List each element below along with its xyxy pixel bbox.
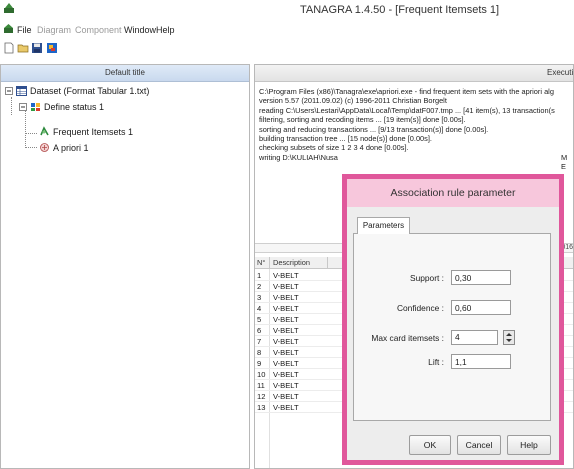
- tanagra-app-icon[interactable]: [46, 42, 58, 54]
- tree-node-apriori[interactable]: A priori 1: [39, 142, 89, 153]
- max-card-input[interactable]: 4: [451, 330, 498, 345]
- collapse-icon[interactable]: [19, 103, 27, 111]
- log-line: building transaction tree ... [15 node(s…: [259, 134, 432, 144]
- row-description: V-BELT: [273, 282, 299, 291]
- row-number: 11: [257, 381, 265, 390]
- define-status-icon: [31, 103, 40, 111]
- open-folder-icon[interactable]: [17, 42, 29, 54]
- window-titlebar: TANAGRA 1.4.50 - [Frequent Itemsets 1]: [0, 0, 574, 20]
- itemsets-icon: [40, 126, 49, 136]
- row-description: V-BELT: [273, 293, 299, 302]
- log-line: filtering, sorting and recoding items ..…: [259, 115, 466, 125]
- diagram-tree: Dataset (Format Tabular 1.txt) Define st…: [1, 83, 249, 463]
- support-input[interactable]: [451, 270, 511, 285]
- execution-header: Executi: [255, 65, 573, 82]
- confidence-label: Confidence :: [396, 303, 444, 313]
- help-button[interactable]: Help: [507, 435, 551, 455]
- tanagra-menu-icon[interactable]: [3, 23, 14, 34]
- row-description: V-BELT: [273, 392, 299, 401]
- row-description: V-BELT: [273, 381, 299, 390]
- apriori-icon: [40, 143, 49, 152]
- tree-connector: [25, 147, 37, 148]
- column-header-number[interactable]: N°: [257, 258, 265, 267]
- log-line: writing D:\KULIAH\Nusa: [259, 152, 338, 162]
- log-tail-text: M E: [561, 153, 568, 171]
- row-number: 3: [257, 293, 262, 302]
- diagram-title: Default title: [1, 65, 249, 82]
- association-rule-dialog: Association rule parameter Parameters Su…: [347, 179, 559, 460]
- max-card-label: Max card itemsets :: [371, 333, 444, 343]
- tree-node-frequent-itemsets[interactable]: Frequent Itemsets 1: [39, 126, 133, 137]
- row-description: V-BELT: [273, 337, 299, 346]
- row-number: 2: [257, 282, 262, 291]
- menu-file[interactable]: File: [17, 25, 32, 35]
- tree-node-label: Define status 1: [44, 102, 105, 112]
- row-number: 5: [257, 315, 262, 324]
- row-number: 8: [257, 348, 262, 357]
- tree-connector: [25, 133, 37, 134]
- row-number: 1: [257, 271, 262, 280]
- tanagra-app-icon: [3, 2, 15, 14]
- diagram-panel: Default title Dataset (Format Tabular 1.…: [0, 64, 250, 469]
- row-description: V-BELT: [273, 348, 299, 357]
- tree-connector: [11, 97, 12, 115]
- save-disk-icon[interactable]: [31, 42, 43, 54]
- menu-component[interactable]: Component: [75, 25, 122, 35]
- row-description: V-BELT: [273, 326, 299, 335]
- menu-window[interactable]: Window: [124, 25, 156, 35]
- log-line: checking subsets of size 1 2 3 4 done [0…: [259, 143, 409, 153]
- row-description: V-BELT: [273, 359, 299, 368]
- tree-node-label: Frequent Itemsets 1: [53, 126, 134, 137]
- menu-bar: File Diagram Component Window Help: [0, 22, 574, 38]
- tree-node-label: Dataset (Format Tabular 1.txt): [30, 86, 150, 96]
- collapse-icon[interactable]: [5, 87, 13, 95]
- row-description: V-BELT: [273, 271, 299, 280]
- parameters-panel: Support : Confidence : Max card itemsets…: [353, 233, 551, 421]
- ok-button[interactable]: OK: [409, 435, 451, 455]
- tree-connector: [25, 111, 26, 148]
- confidence-input[interactable]: [451, 300, 511, 315]
- lift-input[interactable]: [451, 354, 511, 369]
- execution-log: C:\Program Files (x86)\Tanagra\exe\aprio…: [259, 87, 573, 162]
- cancel-button[interactable]: Cancel: [457, 435, 501, 455]
- column-resize-handle[interactable]: [327, 257, 328, 269]
- column-header-description[interactable]: Description: [273, 258, 310, 267]
- menu-diagram[interactable]: Diagram: [37, 25, 71, 35]
- row-number: 9: [257, 359, 262, 368]
- tree-node-dataset[interactable]: Dataset (Format Tabular 1.txt): [5, 86, 149, 96]
- row-number: 7: [257, 337, 262, 346]
- tab-parameters[interactable]: Parameters: [357, 217, 410, 234]
- log-line: version 5.57 (2011.09.02) (c) 1996-2011 …: [259, 96, 447, 106]
- log-line: C:\Program Files (x86)\Tanagra\exe\aprio…: [259, 87, 554, 96]
- column-resize-handle[interactable]: [269, 257, 270, 269]
- row-description: V-BELT: [273, 403, 299, 412]
- highlight-frame: Association rule parameter Parameters Su…: [342, 174, 564, 465]
- window-title: TANAGRA 1.4.50 - [Frequent Itemsets 1]: [300, 4, 500, 16]
- log-line: reading C:\Users\Lestari\AppData\Local\T…: [259, 105, 555, 115]
- row-number: 12: [257, 392, 266, 401]
- tree-node-label: A priori 1: [53, 142, 89, 153]
- log-line: sorting and reducing transactions ... [9…: [259, 124, 489, 134]
- toolbar: [0, 40, 574, 58]
- dataset-table-icon: [16, 86, 27, 96]
- lift-label: Lift :: [428, 357, 444, 367]
- row-number: 4: [257, 304, 262, 313]
- new-document-icon[interactable]: [3, 42, 15, 54]
- tree-node-define-status[interactable]: Define status 1: [19, 102, 104, 112]
- row-description: V-BELT: [273, 304, 299, 313]
- row-description: V-BELT: [273, 315, 299, 324]
- row-number: 13: [257, 403, 266, 412]
- menu-help[interactable]: Help: [156, 25, 175, 35]
- row-number: 10: [257, 370, 266, 379]
- support-label: Support :: [410, 273, 444, 283]
- spinner-icon[interactable]: [503, 330, 515, 345]
- dialog-title: Association rule parameter: [347, 179, 559, 207]
- row-description: V-BELT: [273, 370, 299, 379]
- row-number: 6: [257, 326, 262, 335]
